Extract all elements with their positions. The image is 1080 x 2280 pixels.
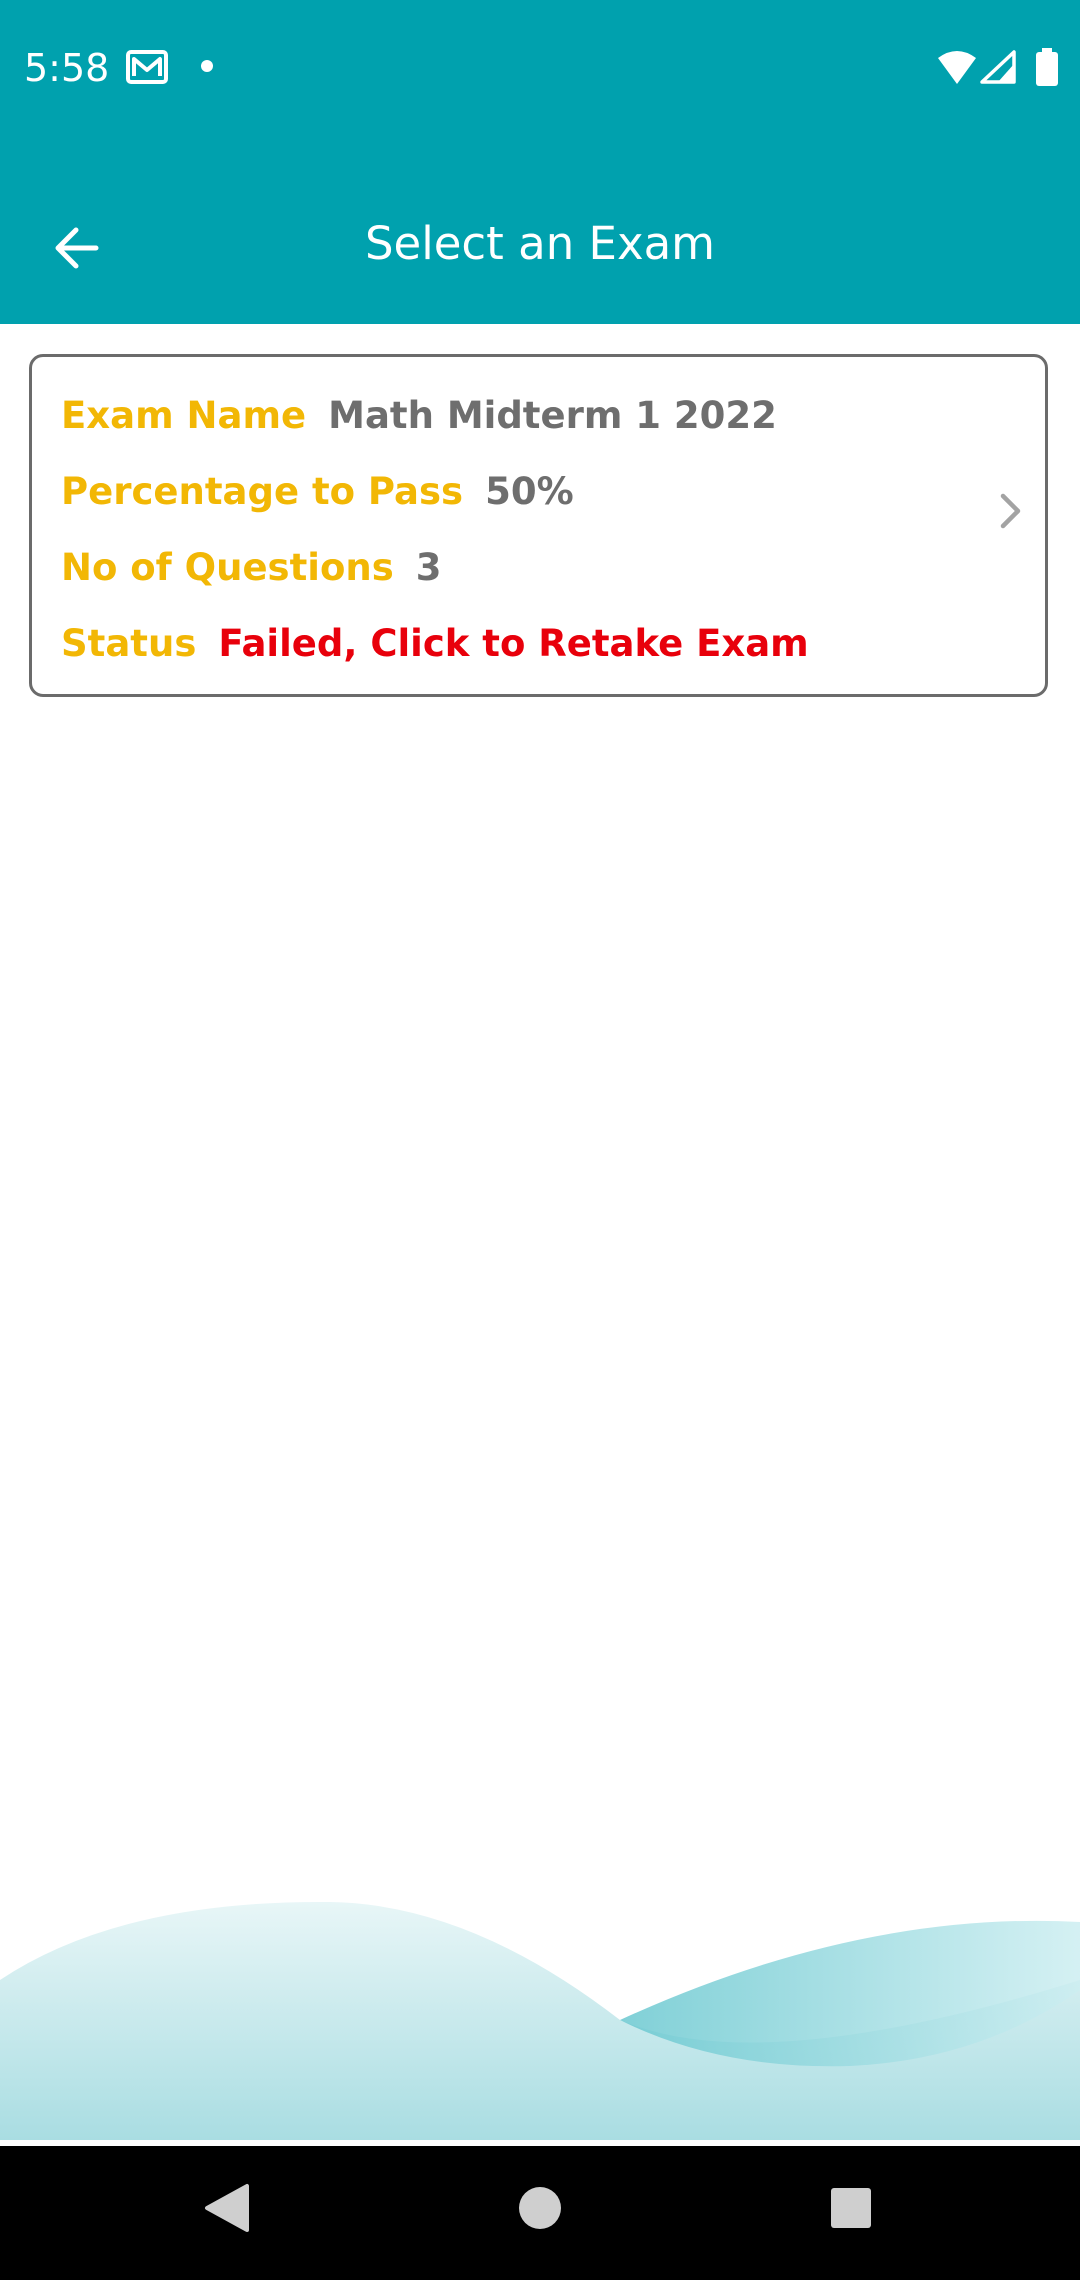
- chevron-right-icon: [998, 491, 1024, 536]
- home-circle-icon[interactable]: [517, 2182, 563, 2239]
- status-row: Status Failed, Click to Retake Exam: [61, 619, 809, 669]
- question-count-value: 3: [415, 546, 442, 589]
- system-nav-bar: [0, 2146, 1080, 2280]
- app-bar: Select an Exam: [0, 134, 1080, 324]
- exam-card[interactable]: Exam Name Math Midterm 1 2022 Percentage…: [29, 354, 1048, 697]
- wave-decoration: [0, 1901, 1080, 2140]
- pass-percentage-value: 50%: [485, 470, 574, 513]
- pass-percentage-row: Percentage to Pass 50%: [61, 467, 574, 517]
- notification-dot-icon: [201, 60, 213, 72]
- wifi-icon: [938, 50, 976, 89]
- status-label: Status: [61, 622, 197, 665]
- question-count-label: No of Questions: [61, 546, 394, 589]
- back-triangle-icon[interactable]: [203, 2182, 249, 2239]
- page-title: Select an Exam: [364, 217, 715, 270]
- exam-name-row: Exam Name Math Midterm 1 2022: [61, 391, 777, 441]
- recents-square-icon[interactable]: [828, 2182, 874, 2239]
- question-count-row: No of Questions 3: [61, 543, 441, 593]
- gmail-icon: [126, 50, 168, 89]
- status-time: 5:58: [24, 46, 110, 90]
- pass-percentage-label: Percentage to Pass: [61, 470, 464, 513]
- status-value[interactable]: Failed, Click to Retake Exam: [218, 619, 808, 669]
- exam-name-value: Math Midterm 1 2022: [328, 394, 777, 437]
- battery-icon: [1036, 48, 1058, 91]
- exam-name-label: Exam Name: [61, 394, 307, 437]
- signal-icon: [980, 50, 1016, 89]
- status-bar: 5:58: [0, 0, 1080, 134]
